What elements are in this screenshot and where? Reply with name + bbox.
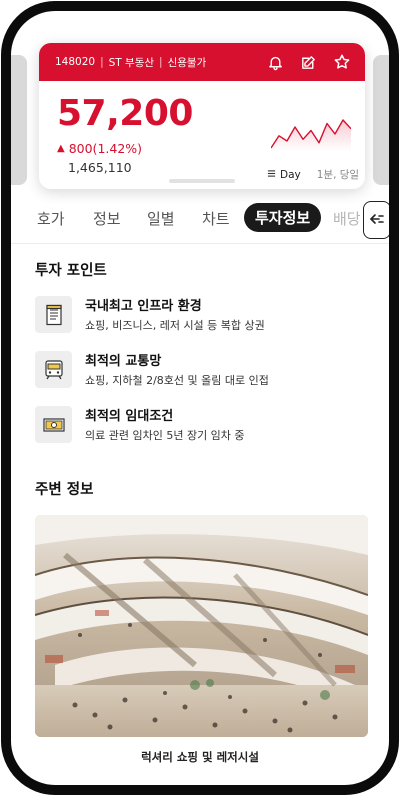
- stock-name: ST 부동산: [108, 56, 155, 69]
- stock-card-body: 57,200 ▲ 800(1.42%) 1,465,110 Day 1분, 당일: [39, 81, 365, 189]
- collapse-arrow-icon: [369, 211, 385, 230]
- tab-hoga[interactable]: 호가: [37, 208, 65, 229]
- invest-point-title: 최적의 교통망: [85, 354, 162, 369]
- prev-card-peek[interactable]: [11, 55, 27, 185]
- money-icon: [35, 406, 72, 443]
- document-icon: [35, 296, 72, 333]
- star-icon[interactable]: [333, 53, 351, 71]
- trade-volume: 1,465,110: [68, 160, 132, 175]
- tab-bar: 호가 정보 일별 차트 투자정보 배당: [11, 201, 389, 244]
- invest-point-item: 최적의 임대조건 의료 관련 임차인 5년 장기 임차 중: [35, 406, 365, 446]
- up-arrow-icon: ▲: [57, 143, 65, 154]
- tab-investment-info[interactable]: 투자정보: [244, 203, 322, 232]
- current-price: 57,200: [57, 93, 193, 134]
- screen: 148020 | ST 부동산 | 신용불가 57,200 ▲ 800(1.42…: [11, 11, 389, 785]
- stock-card-header: 148020 | ST 부동산 | 신용불가: [39, 43, 365, 81]
- photo-caption: 럭셔리 쇼핑 및 레저시설: [141, 750, 259, 764]
- stock-card[interactable]: 148020 | ST 부동산 | 신용불가 57,200 ▲ 800(1.42…: [39, 43, 365, 189]
- list-icon: [267, 169, 276, 181]
- period-selected[interactable]: Day: [280, 169, 301, 181]
- invest-point-title: 국내최고 인프라 환경: [85, 299, 202, 314]
- credit-status: 신용불가: [167, 56, 207, 69]
- period-selector[interactable]: Day 1분, 당일: [267, 167, 359, 182]
- edit-icon[interactable]: [300, 54, 317, 71]
- subway-icon: [35, 351, 72, 388]
- mall-interior-image: [35, 515, 368, 737]
- drag-handle[interactable]: [169, 179, 235, 183]
- next-card-peek[interactable]: [373, 55, 389, 185]
- tab-dividend[interactable]: 배당: [333, 208, 361, 229]
- nearby-info-title: 주변 정보: [35, 482, 94, 498]
- sparkline-area: [271, 120, 351, 151]
- invest-point-item: 최적의 교통망 쇼핑, 지하철 2/8호선 및 올림 대로 인접: [35, 351, 365, 391]
- phone-frame: 148020 | ST 부동산 | 신용불가 57,200 ▲ 800(1.42…: [1, 1, 399, 795]
- price-change-value: 800(1.42%): [68, 141, 143, 156]
- divider: |: [159, 56, 163, 68]
- period-options[interactable]: 1분, 당일: [317, 167, 359, 182]
- invest-point-title: 최적의 임대조건: [85, 409, 174, 424]
- tab-chart[interactable]: 차트: [202, 208, 230, 229]
- mall-photo: [35, 515, 368, 737]
- tab-daily[interactable]: 일별: [147, 208, 175, 229]
- collapse-button[interactable]: [363, 201, 389, 239]
- divider: |: [100, 56, 104, 68]
- invest-point-desc: 쇼핑, 지하철 2/8호선 및 올림 대로 인접: [85, 374, 269, 387]
- invest-point-desc: 쇼핑, 비즈니스, 레저 시설 등 복합 상권: [85, 319, 265, 332]
- invest-point-desc: 의료 관련 임차인 5년 장기 임차 중: [85, 429, 245, 442]
- tab-info[interactable]: 정보: [93, 208, 121, 229]
- price-change: ▲ 800(1.42%): [57, 141, 142, 156]
- bell-icon[interactable]: [267, 54, 284, 71]
- price-sparkline: [271, 119, 351, 151]
- invest-points-title: 투자 포인트: [35, 263, 107, 279]
- stock-code: 148020: [55, 56, 96, 68]
- invest-point-item: 국내최고 인프라 환경 쇼핑, 비즈니스, 레저 시설 등 복합 상권: [35, 296, 365, 336]
